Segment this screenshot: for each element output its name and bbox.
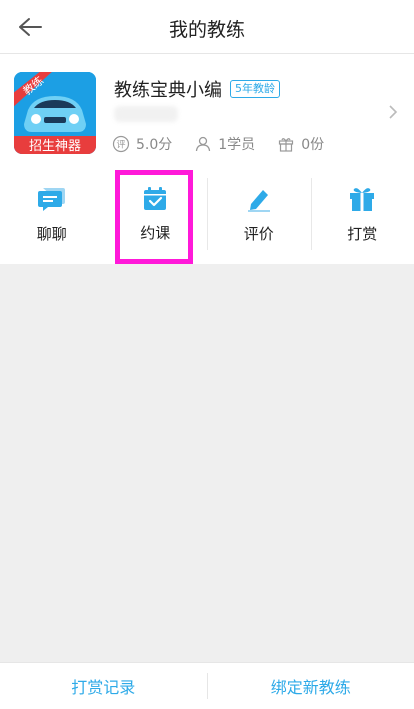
book-lesson-button[interactable]: 约课 bbox=[104, 164, 208, 264]
rating-icon: 评 bbox=[112, 135, 130, 153]
coach-name: 教练宝典小编 bbox=[114, 80, 222, 101]
bottom-bar: 打赏记录 绑定新教练 bbox=[0, 662, 414, 709]
review-label: 评价 bbox=[243, 224, 274, 243]
pencil-icon bbox=[247, 189, 270, 212]
students-value: 1学员 bbox=[218, 137, 256, 153]
avatar-banner-text: 招生神器 bbox=[29, 139, 81, 154]
gifts-stat: 0份 bbox=[277, 134, 324, 154]
top-bar: 我的教练 bbox=[0, 0, 414, 54]
bind-new-coach-button[interactable]: 绑定新教练 bbox=[208, 663, 414, 709]
students-stat: 1学员 bbox=[194, 134, 255, 154]
tip-button[interactable]: 打赏 bbox=[310, 164, 414, 264]
review-button[interactable]: 评价 bbox=[207, 164, 311, 264]
coach-stats: 评 5.0分 1学员 0份 bbox=[112, 134, 346, 154]
chat-label: 聊聊 bbox=[36, 224, 67, 243]
rating-value: 5.0分 bbox=[136, 137, 173, 153]
action-bar: 聊聊 约课 评价 打赏 bbox=[0, 164, 414, 264]
chat-icon bbox=[37, 187, 65, 211]
tip-records-button[interactable]: 打赏记录 bbox=[0, 663, 207, 709]
coach-avatar: 教练 招生神器 bbox=[14, 72, 96, 154]
gifts-value: 0份 bbox=[301, 137, 325, 153]
experience-badge: 5年教龄 bbox=[230, 80, 280, 98]
page-title: 我的教练 bbox=[168, 19, 245, 41]
gift-icon bbox=[350, 187, 375, 211]
rating-stat: 评 5.0分 bbox=[112, 134, 172, 154]
person-icon bbox=[196, 136, 211, 152]
coach-profile-card[interactable]: 教练 招生神器 教练宝典小编 5年教龄 评 5.0分 1学员 0份 bbox=[0, 54, 414, 164]
chat-button[interactable]: 聊聊 bbox=[0, 164, 104, 264]
gift-outline-icon bbox=[279, 138, 294, 152]
svg-text:评: 评 bbox=[116, 140, 125, 151]
calendar-check-icon bbox=[144, 186, 167, 210]
blurred-subtitle bbox=[114, 106, 178, 122]
car-logo-icon: 教练 招生神器 bbox=[14, 72, 96, 154]
tip-label: 打赏 bbox=[347, 224, 378, 243]
book-lesson-label: 约课 bbox=[140, 223, 171, 242]
chevron-right-icon[interactable] bbox=[388, 104, 398, 120]
